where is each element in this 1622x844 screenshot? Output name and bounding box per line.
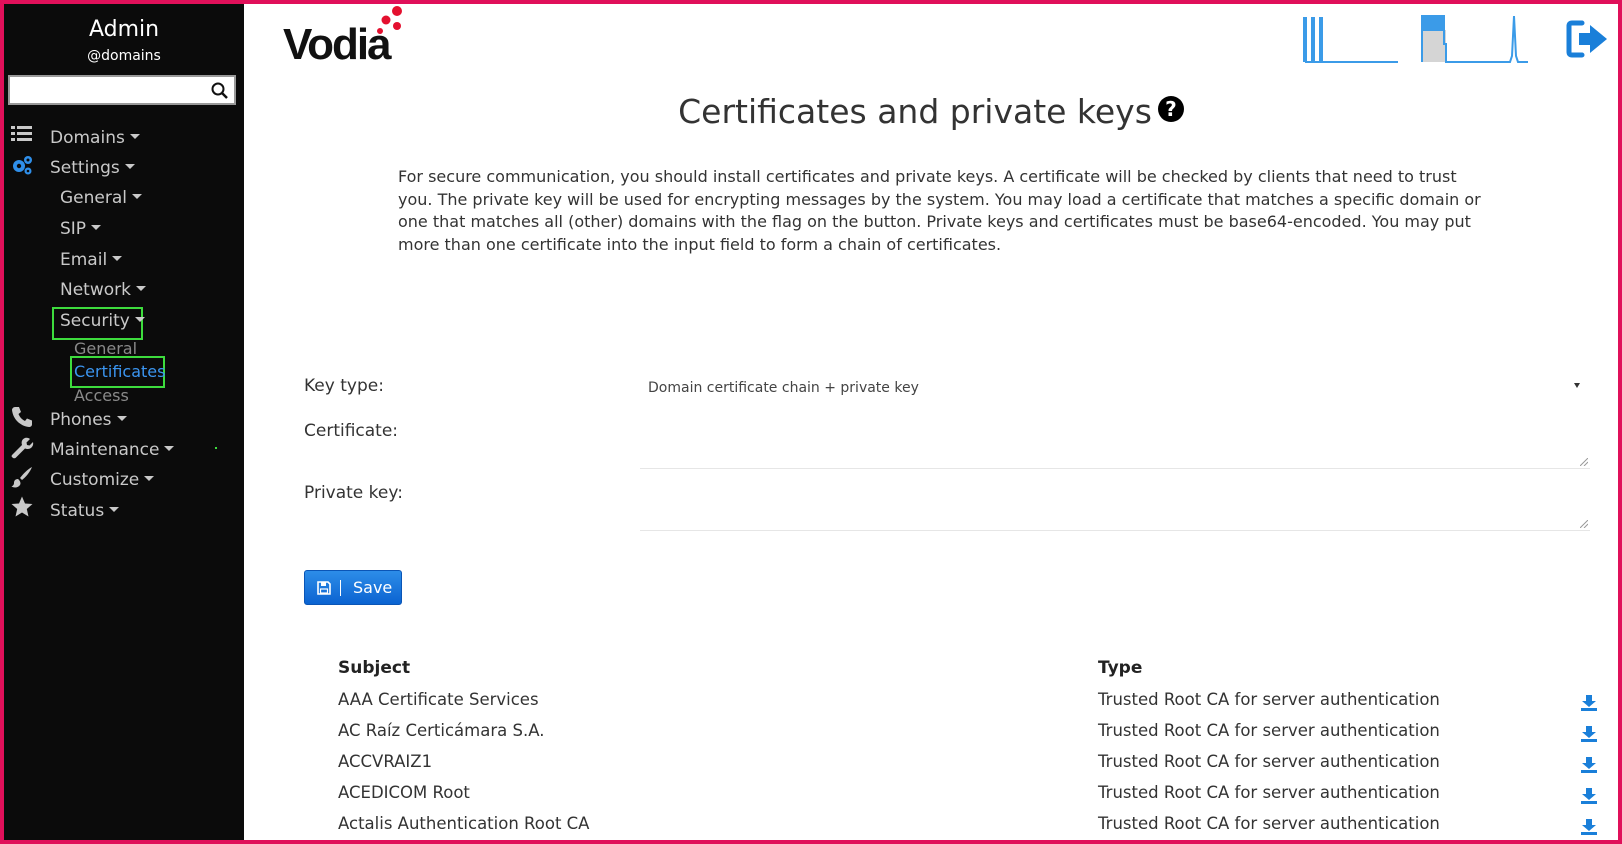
floppy-disk-icon — [317, 581, 331, 595]
call-activity-graph-icon — [1303, 17, 1398, 63]
logo-dots-icon — [377, 6, 402, 34]
button-divider — [340, 580, 341, 596]
table-cell-subject: ACEDICOM Root — [338, 783, 470, 802]
sidebar-item-label: Settings — [50, 158, 120, 178]
key-type-value: Domain certificate chain + private key — [648, 380, 919, 396]
chevron-down-icon — [91, 224, 102, 230]
table-cell-type: Trusted Root CA for server authenticatio… — [1098, 690, 1440, 709]
table-cell-subject: ACCVRAIZ1 — [338, 752, 433, 771]
sidebar-item-network[interactable]: Network — [60, 280, 146, 300]
save-button[interactable]: Save — [304, 570, 402, 605]
sidebar-subtitle: @domains — [87, 48, 161, 64]
column-header-subject[interactable]: Subject — [338, 658, 410, 678]
sidebar-title: Admin — [88, 17, 160, 42]
table-cell-type: Trusted Root CA for server authenticatio… — [1098, 783, 1440, 802]
download-icon[interactable] — [1580, 756, 1598, 774]
table-cell-subject: AC Raíz Certicámara S.A. — [338, 721, 545, 740]
gears-icon — [13, 156, 32, 175]
sidebar-item-label: Security — [60, 311, 130, 331]
chevron-down-icon — [129, 133, 140, 139]
private-key-textarea[interactable] — [640, 472, 1590, 531]
resize-grip-icon[interactable] — [1580, 458, 1588, 466]
sidebar-item-label: SIP — [60, 219, 87, 239]
download-icon[interactable] — [1580, 787, 1598, 805]
chevron-down-icon — [164, 445, 175, 451]
column-header-type[interactable]: Type — [1098, 658, 1142, 678]
table-cell-type: Trusted Root CA for server authenticatio… — [1098, 721, 1440, 740]
chevron-down-icon — [116, 415, 127, 421]
save-label: Save — [353, 578, 393, 597]
resize-grip-icon[interactable] — [1580, 520, 1588, 528]
certificate-label: Certificate: — [304, 421, 399, 441]
sidebar-item-security[interactable]: Security — [60, 311, 145, 331]
chevron-down-icon — [112, 255, 123, 261]
chevron-down-icon — [109, 506, 120, 512]
chevron-down-icon — [144, 475, 155, 481]
sidebar-item-sip[interactable]: SIP — [60, 219, 102, 239]
download-icon[interactable] — [1580, 694, 1598, 712]
page-description: For secure communication, you should ins… — [398, 167, 1481, 254]
sidebar-item-label: Customize — [50, 470, 140, 490]
sidebar-item-access[interactable]: Access — [74, 386, 129, 405]
chevron-down-icon — [134, 316, 145, 322]
sidebar-item-customize[interactable]: Customize — [50, 470, 155, 490]
download-icon[interactable] — [1580, 725, 1598, 743]
phone-icon — [12, 407, 32, 427]
page-heading: Certificates and private keys? — [0, 92, 1622, 131]
sidebar-item-status[interactable]: Status — [50, 501, 120, 521]
sidebar-item-settings[interactable]: Settings — [50, 158, 135, 178]
sidebar-item-email[interactable]: Email — [60, 250, 123, 270]
sidebar-item-maintenance[interactable]: Maintenance — [50, 440, 175, 460]
system-load-graph-icon — [1421, 15, 1528, 63]
wrench-icon — [11, 437, 34, 459]
key-type-label: Key type: — [304, 376, 384, 396]
table-cell-subject: Actalis Authentication Root CA — [338, 814, 590, 833]
chevron-down-icon — [132, 193, 142, 199]
star-icon — [11, 496, 33, 517]
brush-icon — [11, 467, 32, 488]
sidebar-item-label: General — [60, 188, 127, 208]
sidebar-item-general[interactable]: General — [60, 188, 142, 208]
page-title: Certificates and private keys — [678, 92, 1152, 131]
status-dot — [215, 447, 217, 449]
chevron-down-icon — [124, 163, 135, 169]
sidebar-item-phones[interactable]: Phones — [50, 410, 127, 430]
download-icon[interactable] — [1580, 818, 1598, 836]
dropdown-arrow-icon — [1574, 383, 1580, 388]
table-cell-type: Trusted Root CA for server authenticatio… — [1098, 814, 1440, 833]
sidebar-item-label: Status — [50, 501, 105, 521]
sidebar-item-label: Email — [60, 250, 108, 270]
sidebar-item-label: Domains — [50, 128, 125, 148]
table-cell-type: Trusted Root CA for server authenticatio… — [1098, 752, 1440, 771]
sidebar-item-domains[interactable]: Domains — [50, 128, 140, 148]
sidebar-item-label: Phones — [50, 410, 112, 430]
sidebar-item-label: Maintenance — [50, 440, 160, 460]
chevron-down-icon — [135, 285, 146, 291]
sidebar-item-certificates[interactable]: Certificates — [74, 362, 165, 381]
sidebar-item-label: Network — [60, 280, 131, 300]
key-type-select[interactable]: Domain certificate chain + private key — [640, 373, 1590, 403]
help-icon[interactable]: ? — [1157, 96, 1184, 122]
logout-icon[interactable] — [1566, 20, 1610, 58]
certificate-textarea[interactable] — [640, 410, 1590, 469]
table-cell-subject: AAA Certificate Services — [338, 690, 539, 709]
private-key-label: Private key: — [304, 483, 403, 503]
